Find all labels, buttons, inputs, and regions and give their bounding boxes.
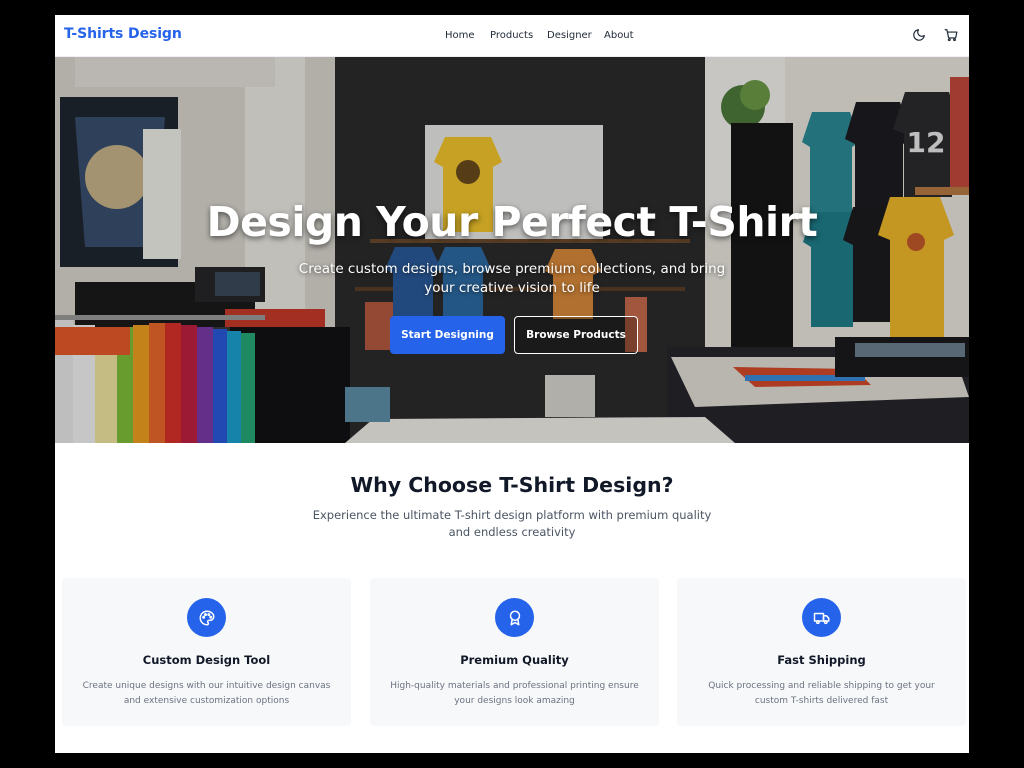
feature-card-premium-quality: Premium Quality High-quality materials a… xyxy=(370,578,659,726)
palette-icon xyxy=(187,598,226,637)
moon-icon[interactable] xyxy=(912,28,926,42)
why-section-title: Why Choose T-Shirt Design? xyxy=(350,473,674,497)
nav-link-about[interactable]: About xyxy=(604,30,634,41)
page: T-Shirts Design Home Products Designer A… xyxy=(55,15,969,753)
hero-section: 12 Design Your Perfect T-Shirt Create cu… xyxy=(55,57,969,443)
feature-description: Quick processing and reliable shipping t… xyxy=(708,681,935,706)
feature-title: Fast Shipping xyxy=(777,653,866,667)
feature-title: Premium Quality xyxy=(460,653,569,667)
feature-description: Create unique designs with our intuitive… xyxy=(82,681,331,706)
nav-link-designer[interactable]: Designer xyxy=(547,30,592,41)
feature-card-fast-shipping: Fast Shipping Quick processing and relia… xyxy=(677,578,966,726)
browse-products-button[interactable]: Browse Products xyxy=(514,316,638,354)
award-icon xyxy=(495,598,534,637)
top-navbar: T-Shirts Design Home Products Designer A… xyxy=(55,15,969,57)
truck-icon xyxy=(802,598,841,637)
feature-title: Custom Design Tool xyxy=(142,653,271,667)
nav-link-products[interactable]: Products xyxy=(490,30,533,41)
why-section-subtitle: Experience the ultimate T-shirt design p… xyxy=(312,508,712,539)
start-designing-button[interactable]: Start Designing xyxy=(390,316,505,354)
hero-overlay xyxy=(55,57,969,443)
hero-subtitle: Create custom designs, browse premium co… xyxy=(298,261,726,296)
nav-links: Home Products Designer About xyxy=(55,30,969,44)
hero-title: Design Your Perfect T-Shirt xyxy=(206,198,818,246)
cart-icon[interactable] xyxy=(944,28,958,42)
feature-description: High-quality materials and professional … xyxy=(390,681,639,706)
nav-link-home[interactable]: Home xyxy=(445,30,475,41)
feature-card-custom-design: Custom Design Tool Create unique designs… xyxy=(62,578,351,726)
